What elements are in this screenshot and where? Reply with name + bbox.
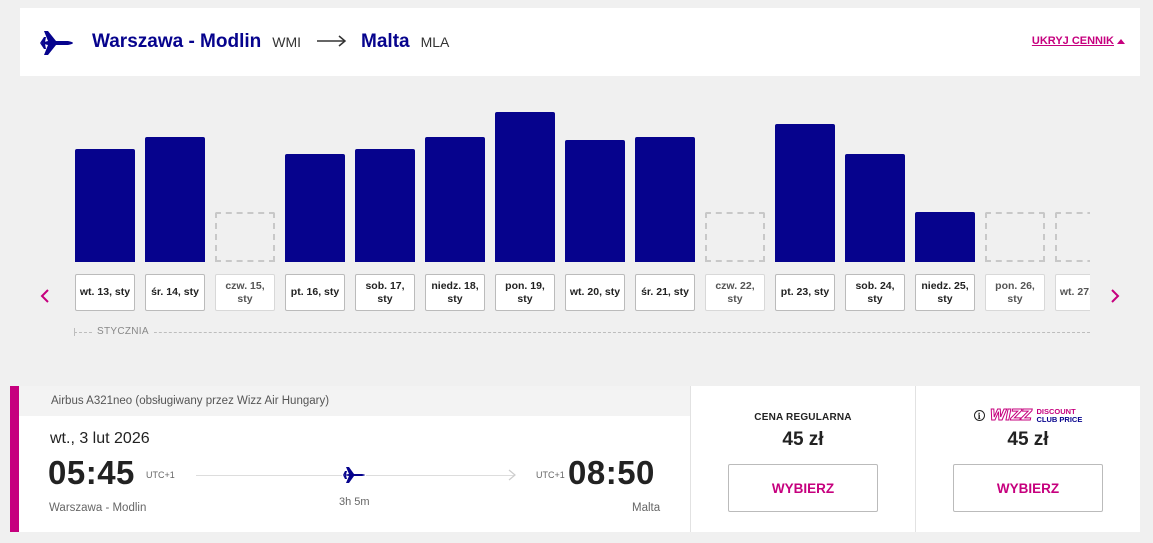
date-button[interactable]: wt. 13, sty — [75, 274, 135, 311]
price-bar[interactable] — [495, 112, 555, 262]
price-bar[interactable] — [635, 137, 695, 262]
date-button[interactable]: wt. 20, sty — [565, 274, 625, 311]
price-bar[interactable] — [355, 149, 415, 262]
origin-city: Warszawa - Modlin — [92, 31, 262, 52]
date-button[interactable]: niedz. 25, sty — [915, 274, 975, 311]
day-column[interactable]: sob. 17, sty — [350, 76, 415, 366]
info-icon[interactable]: i — [973, 410, 985, 422]
price-bar[interactable] — [845, 154, 905, 262]
day-column: pon. 26, sty — [980, 76, 1045, 366]
club-fare-price: 45 zł — [1007, 429, 1049, 450]
flight-date: wt., 3 lut 2026 — [50, 430, 150, 447]
price-calendar-days: wt. 13, sty śr. 14, sty czw. 15, sty pt. 16… — [70, 76, 1090, 366]
wizz-logo: WIZZ — [989, 406, 1032, 425]
route-summary: Warszawa - Modlin WMI Malta MLA — [92, 31, 449, 53]
day-column[interactable]: niedz. 25, sty — [910, 76, 975, 366]
route-header: Warszawa - Modlin WMI Malta MLA UKRYJ CE… — [20, 8, 1140, 76]
chevron-right-icon[interactable] — [1108, 288, 1122, 304]
date-button[interactable]: sob. 17, sty — [355, 274, 415, 311]
day-column: czw. 22, sty — [700, 76, 765, 366]
destination-code: MLA — [420, 34, 450, 50]
month-label: STYCZNIA — [92, 326, 154, 337]
flight-duration: 3h 5m — [339, 496, 370, 508]
regular-fare: CENA REGULARNA 45 zł WYBIERZ — [691, 386, 915, 532]
day-column[interactable]: wt. 13, sty — [70, 76, 135, 366]
month-divider: STYCZNIA — [74, 326, 1090, 338]
price-bar[interactable] — [145, 137, 205, 262]
unavailable-bar — [1055, 212, 1090, 262]
date-button: czw. 15, sty — [215, 274, 275, 311]
arrival-utc: UTC+1 — [536, 470, 565, 480]
day-column: wt. 27, sty — [1050, 76, 1090, 366]
arrival-time: 08:50 — [568, 454, 655, 491]
caret-up-icon — [1117, 38, 1125, 44]
regular-fare-price: 45 zł — [782, 429, 824, 450]
date-button[interactable]: niedz. 18, sty — [425, 274, 485, 311]
day-column[interactable]: pon. 19, sty — [490, 76, 555, 366]
date-button: wt. 27, sty — [1055, 274, 1090, 311]
departure-city: Warszawa - Modlin — [49, 502, 147, 514]
departure-time: 05:45 — [48, 454, 135, 491]
chevron-left-icon[interactable] — [38, 288, 52, 304]
date-button[interactable]: śr. 14, sty — [145, 274, 205, 311]
airplane-icon — [342, 464, 366, 486]
date-button: czw. 22, sty — [705, 274, 765, 311]
day-column: czw. 15, sty — [210, 76, 275, 366]
select-club-fare-button[interactable]: WYBIERZ — [953, 464, 1103, 512]
aircraft-info: Airbus A321neo (obsługiwany przez Wizz A… — [19, 386, 691, 416]
day-column[interactable]: śr. 14, sty — [140, 76, 205, 366]
unavailable-bar — [215, 212, 275, 262]
origin-code: WMI — [272, 34, 302, 50]
hide-price-list-label: UKRYJ CENNIK — [1031, 35, 1114, 47]
unavailable-bar — [705, 212, 765, 262]
path-arrow-icon — [508, 469, 516, 481]
day-column[interactable]: niedz. 18, sty — [420, 76, 485, 366]
price-bar[interactable] — [775, 124, 835, 262]
airplane-icon — [40, 31, 73, 55]
date-button[interactable]: pt. 16, sty — [285, 274, 345, 311]
day-column[interactable]: wt. 20, sty — [560, 76, 625, 366]
price-bar[interactable] — [75, 149, 135, 262]
day-column[interactable]: pt. 16, sty — [280, 76, 345, 366]
price-bar[interactable] — [565, 140, 625, 262]
destination-city: Malta — [361, 31, 410, 52]
price-bar[interactable] — [285, 154, 345, 262]
departure-utc: UTC+1 — [146, 470, 175, 480]
date-button[interactable]: sob. 24, sty — [845, 274, 905, 311]
price-bar[interactable] — [915, 212, 975, 262]
price-bar[interactable] — [425, 137, 485, 262]
date-button[interactable]: pon. 19, sty — [495, 274, 555, 311]
selected-accent-bar — [10, 386, 19, 532]
select-regular-fare-button[interactable]: WYBIERZ — [728, 464, 878, 512]
regular-fare-title: CENA REGULARNA — [754, 412, 852, 423]
day-column[interactable]: sob. 24, sty — [840, 76, 905, 366]
club-fare-header: i WIZZ DISCOUNT CLUB PRICE — [916, 406, 1140, 425]
arrow-right-icon — [317, 35, 347, 47]
hide-price-list-link[interactable]: UKRYJ CENNIK — [1032, 35, 1125, 47]
date-button[interactable]: śr. 21, sty — [635, 274, 695, 311]
arrival-city: Malta — [632, 502, 661, 514]
day-column[interactable]: śr. 21, sty — [630, 76, 695, 366]
date-button[interactable]: pt. 23, sty — [775, 274, 835, 311]
unavailable-bar — [985, 212, 1045, 262]
day-column[interactable]: pt. 23, sty — [770, 76, 835, 366]
club-fare: i WIZZ DISCOUNT CLUB PRICE 45 zł WYBIERZ — [916, 386, 1140, 532]
price-calendar-chart: wt. 13, sty śr. 14, sty czw. 15, sty pt. 16… — [0, 76, 1153, 376]
date-button: pon. 26, sty — [985, 274, 1045, 311]
discount-club-label: DISCOUNT CLUB PRICE — [1036, 407, 1083, 424]
flight-card: Airbus A321neo (obsługiwany przez Wizz A… — [10, 386, 1140, 532]
